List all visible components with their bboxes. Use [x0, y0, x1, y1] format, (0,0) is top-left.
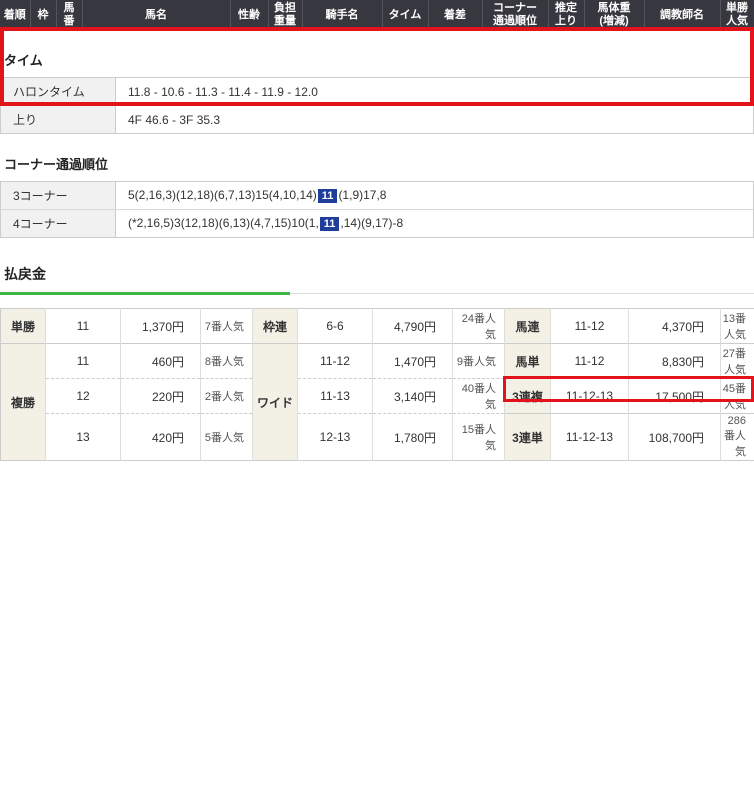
laptime-heading: タイム — [4, 50, 750, 69]
last-up-times: 4F 46.6 - 3F 35.3 — [116, 106, 754, 134]
column-header: 騎手名 — [302, 0, 382, 30]
corner-row: 3コーナー 5(2,16,3)(12,18)(6,7,13)15(4,10,14… — [1, 182, 754, 210]
corner3-label: 3コーナー — [1, 182, 116, 210]
fukusho-popularity: 2番人気 — [201, 379, 253, 414]
column-header: 馬体重 (増減) — [584, 0, 644, 30]
wide-popularity: 40番人気 — [453, 379, 505, 414]
column-header: 着差 — [428, 0, 482, 30]
umatan-amount: 8,830円 — [629, 344, 721, 379]
corner3-pre: 5(2,16,3)(12,18)(6,7,13)15(4,10,14) — [128, 188, 317, 202]
wide-amount: 1,780円 — [373, 414, 453, 461]
results-header-row: 着順枠馬 番馬名性齢負担 重量騎手名タイム着差コーナー 通過順位推定 上り馬体重… — [0, 0, 754, 30]
tansho-label: 単勝 — [1, 309, 46, 344]
sanrentan-amount: 108,700円 — [629, 414, 721, 461]
corner4-label: 4コーナー — [1, 210, 116, 238]
laptime-row: ハロンタイム 11.8 - 10.6 - 11.3 - 11.4 - 11.9 … — [1, 78, 754, 106]
sanrentan-number: 11-12-13 — [551, 414, 629, 461]
column-header: 調教師名 — [644, 0, 720, 30]
fukusho-amount: 460円 — [121, 344, 201, 379]
column-header: 単勝 人気 — [720, 0, 754, 30]
column-header: 馬名 — [82, 0, 230, 30]
tansho-popularity: 7番人気 — [201, 309, 253, 344]
wide-amount: 3,140円 — [373, 379, 453, 414]
winner-number-chip: 11 — [318, 189, 338, 203]
winner-number-chip: 11 — [320, 217, 340, 231]
wakuren-amount: 4,790円 — [373, 309, 453, 344]
corner-table: 3コーナー 5(2,16,3)(12,18)(6,7,13)15(4,10,14… — [0, 181, 754, 238]
laptime-label: ハロンタイム — [1, 78, 116, 106]
tansho-number: 11 — [46, 309, 121, 344]
fukusho-amount: 420円 — [121, 414, 201, 461]
fukusho-amount: 220円 — [121, 379, 201, 414]
wide-label: ワイド — [253, 344, 298, 461]
payout-row: 13 420円 5番人気 12-13 1,780円 15番人気 3連単 11-1… — [1, 414, 754, 461]
wide-amount: 1,470円 — [373, 344, 453, 379]
payout-table: 単勝 11 1,370円 7番人気 枠連 6-6 4,790円 24番人気 馬連… — [0, 308, 754, 461]
corner3-order: 5(2,16,3)(12,18)(6,7,13)15(4,10,14)11(1,… — [116, 182, 754, 210]
umatan-popularity: 27番人気 — [721, 344, 754, 379]
last-up-label: 上り — [1, 106, 116, 134]
column-header: 推定 上り — [548, 0, 584, 30]
wakuren-popularity: 24番人気 — [453, 309, 505, 344]
wakuren-number: 6-6 — [298, 309, 373, 344]
wide-number: 11-12 — [298, 344, 373, 379]
laptime-table: ハロンタイム 11.8 - 10.6 - 11.3 - 11.4 - 11.9 … — [0, 77, 754, 134]
sanrenpuku-amount: 17,500円 — [629, 379, 721, 414]
sanrenpuku-label: 3連複 — [505, 379, 551, 414]
column-header: 着順 — [0, 0, 30, 30]
corner3-post: (1,9)17,8 — [338, 188, 386, 202]
umaren-popularity: 13番人気 — [721, 309, 754, 344]
sanrentan-popularity: 286番人気 — [721, 414, 754, 461]
column-header: 馬 番 — [56, 0, 82, 30]
fukusho-popularity: 5番人気 — [201, 414, 253, 461]
payout-row: 単勝 11 1,370円 7番人気 枠連 6-6 4,790円 24番人気 馬連… — [1, 309, 754, 344]
column-header: 枠 — [30, 0, 56, 30]
race-results-section: 着順枠馬 番馬名性齢負担 重量騎手名タイム着差コーナー 通過順位推定 上り馬体重… — [0, 0, 754, 30]
corner-heading: コーナー通過順位 — [4, 154, 750, 173]
sanrenpuku-number: 11-12-13 — [551, 379, 629, 414]
sanrenpuku-popularity: 45番人気 — [721, 379, 754, 414]
umaren-number: 11-12 — [551, 309, 629, 344]
fukusho-number: 11 — [46, 344, 121, 379]
payout-row: 複勝 11 460円 8番人気 ワイド 11-12 1,470円 9番人気 馬単… — [1, 344, 754, 379]
corner4-pre: (*2,16,5)3(12,18)(6,13)(4,7,15)10(1, — [128, 216, 319, 230]
sanrentan-label: 3連単 — [505, 414, 551, 461]
fukusho-number: 12 — [46, 379, 121, 414]
column-header: 性齢 — [230, 0, 268, 30]
payout-row: 12 220円 2番人気 11-13 3,140円 40番人気 3連複 11-1… — [1, 379, 754, 414]
payout-heading: 払戻金 — [4, 264, 754, 294]
column-header: 負担 重量 — [268, 0, 302, 30]
corner4-order: (*2,16,5)3(12,18)(6,13)(4,7,15)10(1,11,1… — [116, 210, 754, 238]
fukusho-popularity: 8番人気 — [201, 344, 253, 379]
umaren-label: 馬連 — [505, 309, 551, 344]
wide-number: 11-13 — [298, 379, 373, 414]
laptime-row: 上り 4F 46.6 - 3F 35.3 — [1, 106, 754, 134]
umaren-amount: 4,370円 — [629, 309, 721, 344]
umatan-label: 馬単 — [505, 344, 551, 379]
tansho-amount: 1,370円 — [121, 309, 201, 344]
corner4-post: ,14)(9,17)-8 — [340, 216, 403, 230]
fukusho-label: 複勝 — [1, 344, 46, 461]
wide-number: 12-13 — [298, 414, 373, 461]
umatan-number: 11-12 — [551, 344, 629, 379]
payout-section: 単勝 11 1,370円 7番人気 枠連 6-6 4,790円 24番人気 馬連… — [0, 308, 754, 461]
wide-popularity: 9番人気 — [453, 344, 505, 379]
column-header: コーナー 通過順位 — [482, 0, 548, 30]
wide-popularity: 15番人気 — [453, 414, 505, 461]
fukusho-number: 13 — [46, 414, 121, 461]
race-results-table: 着順枠馬 番馬名性齢負担 重量騎手名タイム着差コーナー 通過順位推定 上り馬体重… — [0, 0, 754, 30]
wakuren-label: 枠連 — [253, 309, 298, 344]
corner-row: 4コーナー (*2,16,5)3(12,18)(6,13)(4,7,15)10(… — [1, 210, 754, 238]
furlong-times: 11.8 - 10.6 - 11.3 - 11.4 - 11.9 - 12.0 — [116, 78, 754, 106]
column-header: タイム — [382, 0, 428, 30]
